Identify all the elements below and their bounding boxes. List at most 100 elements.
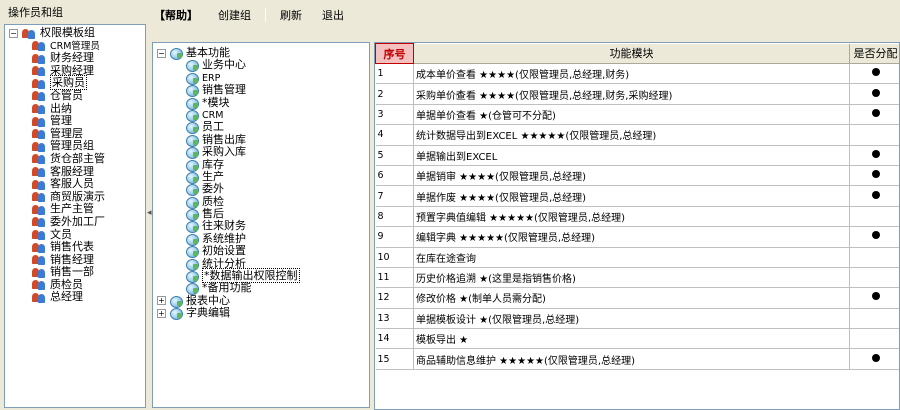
module-item[interactable]: 初始设置 (157, 244, 369, 259)
row-assigned-cell[interactable] (849, 287, 899, 309)
module-root-label[interactable]: 基本功能 (186, 46, 230, 59)
collapse-icon[interactable]: − (157, 48, 166, 58)
module-item-label[interactable]: 委外 (202, 182, 224, 195)
operator-group-label[interactable]: 出纳 (50, 102, 72, 115)
operator-group-item[interactable]: 出纳 (9, 102, 145, 116)
row-assigned-cell[interactable] (849, 145, 899, 166)
tree-root-label[interactable]: 权限模板组 (40, 26, 95, 39)
operator-group-label[interactable]: 管理 (50, 114, 72, 127)
module-item[interactable]: 委外 (157, 182, 369, 197)
operator-group-item[interactable]: 总经理 (9, 291, 145, 304)
table-row[interactable]: 5 单据输出到EXCEL (375, 145, 899, 166)
row-assigned-cell[interactable] (849, 185, 899, 207)
operator-group-label[interactable]: 销售代表 (50, 240, 94, 253)
row-assigned-cell[interactable] (849, 267, 899, 289)
refresh-button[interactable]: 刷新 (270, 7, 312, 23)
column-header-module[interactable]: 功能模块 (413, 43, 850, 64)
table-row[interactable]: 10 在库在途查询 (375, 247, 899, 268)
row-assigned-cell[interactable] (849, 63, 899, 85)
module-item[interactable]: ERP (157, 72, 369, 85)
module-item-label[interactable]: 业务中心 (202, 58, 246, 71)
row-assigned-cell[interactable] (849, 104, 899, 126)
row-assigned-cell[interactable] (849, 247, 899, 268)
module-item-label[interactable]: *备用功能 (202, 281, 252, 294)
module-item-label[interactable]: 质检 (202, 195, 224, 208)
operator-group-label[interactable]: CRM管理员 (50, 41, 100, 52)
table-row[interactable]: 8 预置字典值编辑 ★★★★★(仅限管理员,总经理) (375, 206, 899, 228)
module-item[interactable]: 采购入库 (157, 145, 369, 160)
module-item-label[interactable]: 初始设置 (202, 244, 246, 257)
module-item[interactable]: 生产 (157, 170, 369, 184)
module-item-label[interactable]: CRM (202, 110, 223, 121)
module-item-label[interactable]: 往来财务 (202, 219, 246, 232)
module-item[interactable]: 质检 (157, 195, 369, 209)
operator-group-label[interactable]: 管理员组 (50, 139, 94, 153)
tree-root-basic-functions[interactable]: − 基本功能 (157, 46, 369, 60)
operator-group-label[interactable]: 仓管员 (50, 89, 83, 102)
module-item[interactable]: *模块 (157, 96, 369, 110)
table-row[interactable]: 7 单据作废 ★★★★(仅限管理员,总经理) (375, 185, 899, 207)
operator-group-label[interactable]: 委外加工厂 (50, 215, 105, 228)
module-item-label[interactable]: 销售出库 (202, 133, 246, 146)
operator-group-label[interactable]: 总经理 (50, 290, 83, 304)
exit-button[interactable]: 退出 (312, 7, 354, 23)
module-item[interactable]: *数据输出权限控制 (157, 268, 369, 284)
module-item-label[interactable]: 销售管理 (202, 83, 246, 96)
row-assigned-cell[interactable] (849, 165, 899, 187)
operator-group-label[interactable]: 管理层 (50, 127, 83, 140)
operator-group-label[interactable]: 商贸版演示 (50, 190, 105, 203)
operator-group-label[interactable]: 文员 (50, 228, 72, 241)
table-row[interactable]: 4 统计数据导出到EXCEL ★★★★★(仅限管理员,总经理) (375, 124, 899, 146)
operator-group-label[interactable]: 财务经理 (50, 51, 94, 64)
module-item-label[interactable]: 员工 (202, 120, 224, 133)
module-item[interactable]: 业务中心 (157, 58, 369, 73)
module-root-label[interactable]: 字典编辑 (186, 306, 230, 319)
tree-root-other[interactable]: + 字典编辑 (157, 306, 369, 321)
row-assigned-cell[interactable] (849, 328, 899, 350)
table-row[interactable]: 3 单据单价查看 ★(仓管可不分配) (375, 104, 899, 126)
tree-root-template-group[interactable]: − 权限模板组 (9, 26, 145, 40)
operator-group-item[interactable]: 仓管员 (9, 89, 145, 103)
module-item-label[interactable]: 生产 (202, 170, 224, 183)
splitter-grip-icon[interactable]: ◂ (147, 206, 152, 220)
table-row[interactable]: 1 成本单价查看 ★★★★(仅限管理员,总经理,财务) (375, 62, 899, 85)
module-item-label[interactable]: 采购入库 (202, 145, 246, 158)
module-item[interactable]: 员工 (157, 120, 369, 135)
module-item[interactable]: 往来财务 (157, 219, 369, 234)
row-assigned-cell[interactable] (849, 308, 899, 330)
expand-icon[interactable]: + (157, 296, 166, 306)
module-item-label[interactable]: 库存 (202, 158, 224, 171)
operator-group-label[interactable]: 销售一部 (50, 265, 94, 278)
table-row[interactable]: 9 编辑字典 ★★★★★(仅限管理员,总经理) (375, 226, 899, 248)
column-header-assigned[interactable]: 是否分配 (849, 43, 899, 64)
create-group-button[interactable]: 创建组 (208, 7, 261, 23)
help-button[interactable]: 【帮助】 (152, 7, 208, 23)
module-tree[interactable]: − 基本功能 业务中心 ERP 销售管理 *模块 CRM 员工 销售出库 采购入库 库存 生产 委外 质检… (152, 42, 370, 408)
row-assigned-cell[interactable] (849, 206, 899, 228)
module-item[interactable]: 销售管理 (157, 83, 369, 98)
operator-group-label[interactable]: 货仓部主管 (50, 152, 105, 165)
operator-group-label[interactable]: 质检员 (50, 278, 83, 291)
module-root-label[interactable]: 报表中心 (186, 294, 230, 307)
row-assigned-cell[interactable] (849, 348, 899, 370)
collapse-icon[interactable]: − (9, 28, 18, 38)
module-item-label[interactable]: 系统维护 (202, 232, 246, 245)
operator-group-label[interactable]: 客服人员 (50, 177, 94, 190)
module-item-label[interactable]: *模块 (202, 96, 230, 109)
table-row[interactable]: 6 单据销审 ★★★★(仅限管理员,总经理) (375, 165, 899, 187)
expand-icon[interactable]: + (157, 308, 166, 318)
operator-group-tree[interactable]: − 权限模板组 CRM管理员 财务经理 采购经理 采购员 仓管员 出纳 管理 管理层 管理员组 货仓… (4, 24, 146, 408)
operator-group-label[interactable]: 生产主管 (50, 202, 94, 216)
column-header-seq[interactable]: 序号 (375, 43, 414, 64)
table-row[interactable]: 11 历史价格追溯 ★(这里是指销售价格) (375, 267, 899, 289)
row-assigned-cell[interactable] (849, 226, 899, 248)
table-row[interactable]: 12 修改价格 ★(制单人员需分配) (375, 287, 899, 309)
row-assigned-cell[interactable] (849, 83, 899, 105)
operator-group-label[interactable]: 销售经理 (50, 253, 94, 266)
row-assigned-cell[interactable] (849, 124, 899, 146)
table-row[interactable]: 13 单据模板设计 ★(仅限管理员,总经理) (375, 308, 899, 330)
operator-group-item[interactable]: 委外加工厂 (9, 215, 145, 229)
permission-grid[interactable]: 序号 功能模块 是否分配 1 成本单价查看 ★★★★(仅限管理员,总经理,财务) 2… (374, 42, 900, 410)
module-item[interactable]: 库存 (157, 158, 369, 172)
module-item[interactable]: CRM (157, 109, 369, 122)
